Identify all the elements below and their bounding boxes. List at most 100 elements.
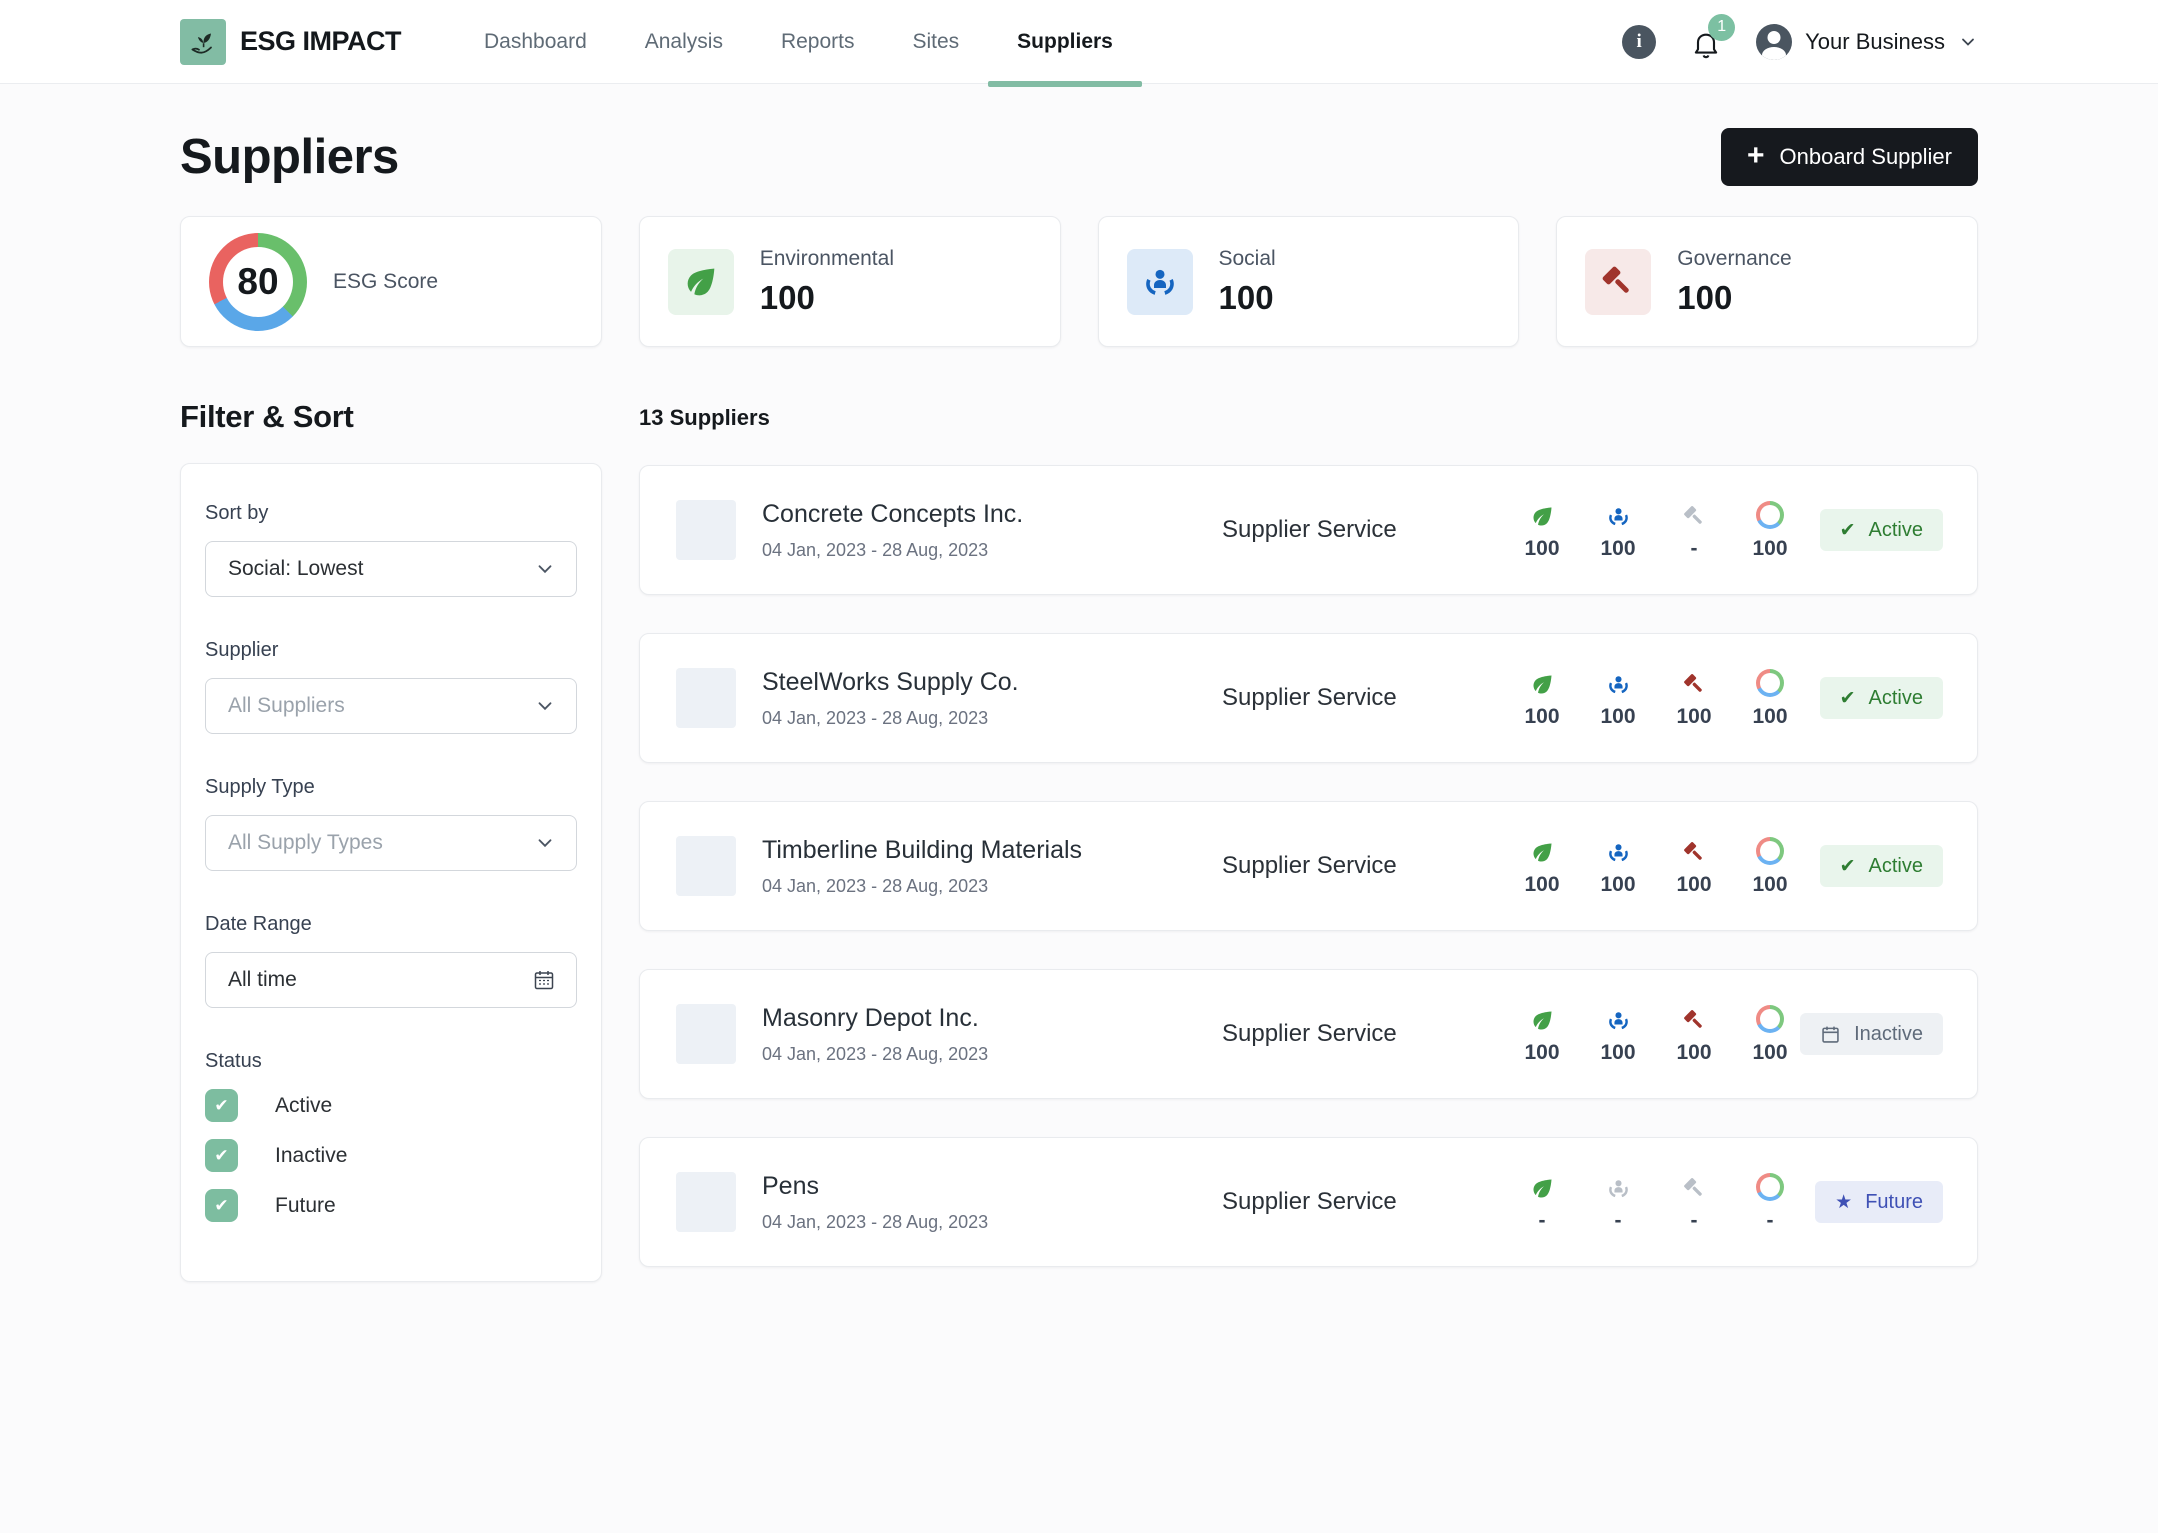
gavel-icon: [1670, 836, 1718, 866]
notifications-button[interactable]: 1: [1690, 13, 1736, 60]
esg-ring-icon: [1746, 836, 1794, 866]
date-range-group: Date Range All time: [205, 913, 577, 1008]
supply-type-label: Supply Type: [205, 776, 315, 798]
environmental-score: -: [1518, 1172, 1566, 1233]
score-value: 100: [1524, 1040, 1560, 1064]
score-group: - - - -: [1518, 1172, 1794, 1233]
onboard-supplier-button[interactable]: + Onboard Supplier: [1721, 128, 1978, 186]
nav-item-dashboard[interactable]: Dashboard: [455, 0, 616, 84]
score-value: -: [1614, 1208, 1622, 1232]
supplier-thumbnail: [676, 1004, 736, 1064]
esg-score-card: 80 ESG Score: [180, 216, 602, 347]
onboard-supplier-label: Onboard Supplier: [1779, 144, 1952, 169]
date-range-label: Date Range: [205, 913, 312, 935]
supplier-list: 13 Suppliers Concrete Concepts Inc. 04 J…: [639, 399, 1978, 1305]
status-option-inactive[interactable]: ✔ Inactive: [205, 1139, 577, 1172]
badge-glyph: ★: [1835, 1191, 1853, 1213]
brand-logo[interactable]: ESG IMPACT: [180, 18, 402, 65]
score-value: 100: [1676, 1040, 1712, 1064]
chevron-down-icon: [534, 832, 556, 854]
supplier-row[interactable]: SteelWorks Supply Co. 04 Jan, 2023 - 28 …: [639, 633, 1978, 763]
status-badge: ✔ Active: [1819, 845, 1943, 887]
content: Filter & Sort Sort by Social: Lowest Sup…: [0, 399, 2158, 1305]
esg-ring-icon: [1746, 668, 1794, 698]
environmental-score: 100: [1518, 668, 1566, 729]
social-icon: [1594, 500, 1642, 530]
social-score: -: [1594, 1172, 1642, 1233]
page-title: Suppliers: [180, 130, 399, 184]
esg-total-score: 100: [1746, 1004, 1794, 1065]
supplier-type: Supplier Service: [1222, 852, 1397, 879]
date-range-input[interactable]: All time: [205, 952, 577, 1008]
supplier-group: Supplier All Suppliers: [205, 639, 577, 734]
supply-type-value: All Supply Types: [228, 831, 383, 854]
supply-type-select[interactable]: All Supply Types: [205, 815, 577, 871]
supplier-row[interactable]: Masonry Depot Inc. 04 Jan, 2023 - 28 Aug…: [639, 969, 1978, 1099]
sort-by-select[interactable]: Social: Lowest: [205, 541, 577, 597]
score-value: 100: [1676, 704, 1712, 728]
status-option-label: Inactive: [275, 1143, 348, 1167]
supplier-thumbnail: [676, 668, 736, 728]
leaf-icon: [1518, 1172, 1566, 1202]
supplier-dates: 04 Jan, 2023 - 28 Aug, 2023: [762, 707, 989, 728]
gavel-icon: [1670, 500, 1718, 530]
status-checkbox[interactable]: ✔: [205, 1089, 238, 1122]
supplier-label: Supplier: [205, 639, 279, 661]
plus-icon: +: [1747, 138, 1765, 172]
esg-ring-icon: [1746, 1004, 1794, 1034]
supplier-type: Supplier Service: [1222, 684, 1397, 711]
supplier-dates: 04 Jan, 2023 - 28 Aug, 2023: [762, 875, 989, 896]
esg-ring-icon: [1746, 1172, 1794, 1202]
status-badge-label: Inactive: [1854, 1022, 1923, 1045]
status-checkbox[interactable]: ✔: [205, 1139, 238, 1172]
status-checkbox[interactable]: ✔: [205, 1189, 238, 1222]
score-group: 100 100: [1518, 500, 1794, 561]
status-option-label: Future: [275, 1193, 336, 1217]
nav-item-sites[interactable]: Sites: [883, 0, 988, 84]
status-option-active[interactable]: ✔ Active: [205, 1089, 577, 1122]
leaf-icon: [1518, 668, 1566, 698]
account-menu[interactable]: Your Business: [1756, 23, 1978, 60]
main-nav: Dashboard Analysis Reports Sites Supplie…: [455, 0, 1142, 87]
supplier-select[interactable]: All Suppliers: [205, 678, 577, 734]
social-icon: [1594, 836, 1642, 866]
social-icon: [1594, 1172, 1642, 1202]
status-badge: ✔ Active: [1819, 677, 1943, 719]
score-value: 100: [1524, 704, 1560, 728]
stats-row: 80 ESG Score Environmental 100 Social 10…: [0, 216, 2158, 347]
score-value: 100: [1524, 536, 1560, 560]
governance-score: 100: [1670, 1004, 1718, 1065]
score-value: 100: [1600, 704, 1636, 728]
info-icon[interactable]: i: [1622, 24, 1657, 59]
leaf-icon: [1518, 836, 1566, 866]
score-value: 100: [1676, 872, 1712, 896]
chevron-down-icon: [534, 695, 556, 717]
score-value: -: [1538, 1208, 1546, 1232]
governance-score: -: [1670, 1172, 1718, 1233]
esg-total-score: 100: [1746, 668, 1794, 729]
score-group: 100 100: [1518, 1004, 1794, 1065]
sort-by-label: Sort by: [205, 502, 269, 524]
governance-score: -: [1670, 500, 1718, 561]
nav-item-reports[interactable]: Reports: [752, 0, 884, 84]
supplier-dates: 04 Jan, 2023 - 28 Aug, 2023: [762, 1043, 989, 1064]
supplier-row[interactable]: Timberline Building Materials 04 Jan, 20…: [639, 801, 1978, 931]
supplier-row[interactable]: Pens 04 Jan, 2023 - 28 Aug, 2023 Supplie…: [639, 1137, 1978, 1267]
esg-score-label: ESG Score: [333, 269, 439, 293]
status-label: Status: [205, 1050, 262, 1072]
supplier-row[interactable]: Concrete Concepts Inc. 04 Jan, 2023 - 28…: [639, 465, 1978, 595]
supplier-rows: Concrete Concepts Inc. 04 Jan, 2023 - 28…: [639, 465, 1978, 1267]
esg-total-score: 100: [1746, 836, 1794, 897]
score-value: 100: [1752, 704, 1788, 728]
gavel-icon: [1670, 668, 1718, 698]
notification-badge: 1: [1708, 13, 1736, 41]
stat-icon-tile: [1585, 248, 1652, 315]
environmental-score: 100: [1518, 1004, 1566, 1065]
badge-glyph: ✔: [1839, 687, 1856, 709]
nav-item-suppliers[interactable]: Suppliers: [988, 0, 1142, 87]
nav-item-label: Sites: [912, 29, 960, 53]
score-value: 100: [1600, 1040, 1636, 1064]
nav-item-label: Reports: [780, 29, 855, 53]
status-option-future[interactable]: ✔ Future: [205, 1189, 577, 1222]
nav-item-analysis[interactable]: Analysis: [616, 0, 752, 84]
